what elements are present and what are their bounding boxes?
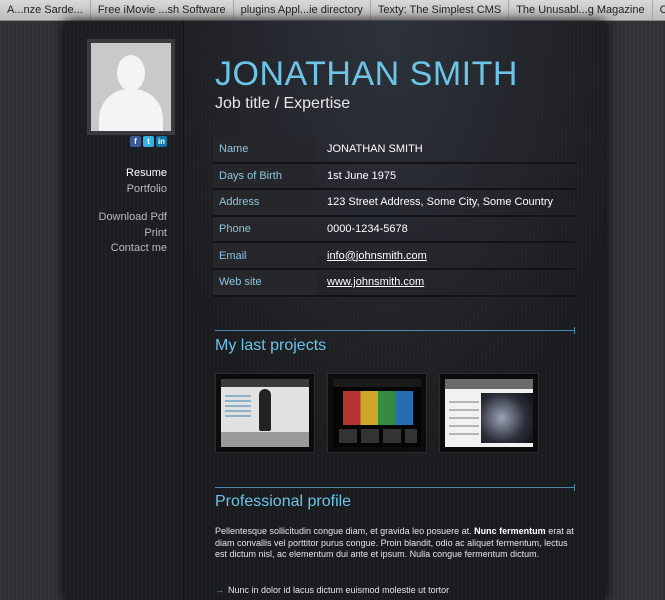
background-right <box>605 21 665 600</box>
profile-text-bold: Nunc fermentum <box>474 526 546 536</box>
bookmark-4[interactable]: Texty: The Simplest CMS <box>371 0 510 20</box>
nav-resume[interactable]: Resume <box>126 166 167 182</box>
address-label: Address <box>213 189 317 217</box>
page-title: JONATHAN SMITH <box>215 55 518 93</box>
action-nav: Download Pdf Print Contact me <box>99 210 168 257</box>
job-title: Job title / Expertise <box>215 95 351 112</box>
linkedin-icon[interactable]: in <box>156 136 167 147</box>
nav-download-pdf[interactable]: Download Pdf <box>99 210 168 226</box>
project-thumbnail-1[interactable] <box>215 373 315 453</box>
phone-value: 0000-1234-5678 <box>317 215 575 244</box>
arrow-right-icon: → <box>215 585 224 595</box>
name-label: Name <box>213 137 317 164</box>
bookmark-1[interactable]: A...nze Sarde... <box>0 0 91 20</box>
table-row: Name JONATHAN SMITH <box>213 137 575 164</box>
info-table: Name JONATHAN SMITH Days of Birth 1st Ju… <box>213 137 575 297</box>
email-link[interactable]: info@johnsmith.com <box>317 242 575 270</box>
social-links: f t in <box>130 136 167 147</box>
bookmarks-bar: A...nze Sarde... Free iMovie ...sh Softw… <box>0 0 665 21</box>
projects-title: My last projects <box>215 337 327 354</box>
table-row: Phone 0000-1234-5678 <box>213 215 575 244</box>
avatar-head-icon <box>117 55 145 91</box>
thumbnail-text-lines <box>449 401 479 441</box>
background-left <box>0 21 65 600</box>
person-figure-icon <box>259 389 271 431</box>
dob-value: 1st June 1975 <box>317 162 575 191</box>
table-row: Web site www.johnsmith.com <box>213 268 575 297</box>
resume-page: f t in Resume Portfolio Download Pdf Pri… <box>65 21 605 600</box>
nav-print[interactable]: Print <box>99 226 167 242</box>
nav-portfolio[interactable]: Portfolio <box>126 182 167 198</box>
main-nav: Resume Portfolio <box>126 166 167 197</box>
avatar-body-icon <box>99 89 163 131</box>
bookmark-5[interactable]: The Unusabl...g Magazine <box>509 0 653 20</box>
bookmark-6[interactable]: Css3 Now! (&...ici Creativi <box>653 0 665 20</box>
table-row: Days of Birth 1st June 1975 <box>213 162 575 191</box>
website-label: Web site <box>213 268 317 297</box>
bookmark-3[interactable]: plugins Appl...ie directory <box>234 0 371 20</box>
bookmark-2[interactable]: Free iMovie ...sh Software <box>91 0 234 20</box>
phone-label: Phone <box>213 215 317 244</box>
divider <box>215 327 575 334</box>
thumbnail-header <box>445 379 533 389</box>
facebook-icon[interactable]: f <box>130 136 141 147</box>
profile-text-part: Pellentesque sollicitudin congue diam, e… <box>215 526 475 536</box>
twitter-icon[interactable]: t <box>143 136 154 147</box>
project-thumbnail-2[interactable] <box>327 373 427 453</box>
divider <box>215 484 575 491</box>
table-row: Email info@johnsmith.com <box>213 242 575 270</box>
dob-label: Days of Birth <box>213 162 317 191</box>
address-value: 123 Street Address, Some City, Some Coun… <box>317 189 575 217</box>
profile-bullet: → Nunc in dolor id lacus dictum euismod m… <box>215 585 449 595</box>
website-link[interactable]: www.johnsmith.com <box>317 268 575 297</box>
bullet-text: Nunc in dolor id lacus dictum euismod mo… <box>228 585 450 595</box>
avatar <box>87 39 175 135</box>
profile-text: Pellentesque sollicitudin congue diam, e… <box>215 526 580 561</box>
thumbnail-header <box>333 379 421 387</box>
thumbnail-row <box>339 429 417 443</box>
table-row: Address 123 Street Address, Some City, S… <box>213 189 575 217</box>
thumbnail-image-strip <box>343 391 413 425</box>
nav-contact[interactable]: Contact me <box>99 241 167 257</box>
thumbnail-image <box>481 393 533 443</box>
email-label: Email <box>213 242 317 270</box>
project-thumbnail-3[interactable] <box>439 373 539 453</box>
thumbnail-text-block <box>225 395 251 417</box>
profile-title: Professional profile <box>215 493 352 510</box>
name-value: JONATHAN SMITH <box>317 137 575 164</box>
